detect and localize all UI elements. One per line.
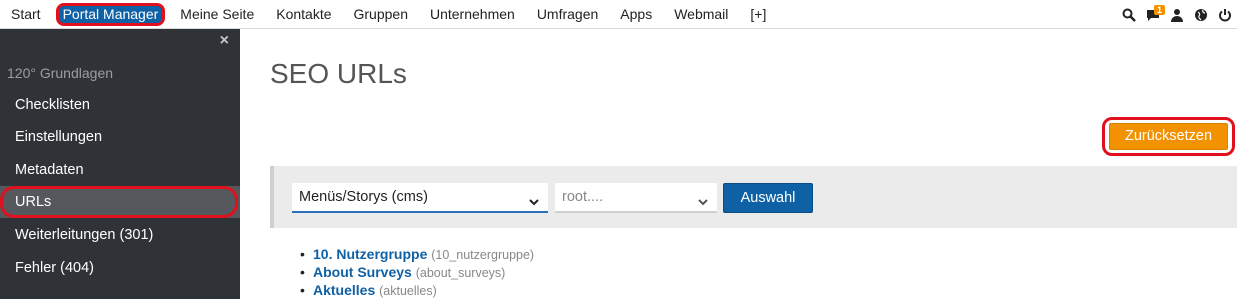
reset-button[interactable]: Zurücksetzen <box>1109 123 1228 150</box>
nav-meine-seite[interactable]: Meine Seite <box>169 0 265 29</box>
nav-webmail[interactable]: Webmail <box>663 0 739 29</box>
url-link[interactable]: Aktuelles <box>313 282 375 298</box>
nav-apps[interactable]: Apps <box>609 0 663 29</box>
url-slug: (about_surveys) <box>415 266 506 280</box>
power-icon[interactable] <box>1213 0 1237 29</box>
header-icons: 1 <box>1117 0 1237 29</box>
url-link[interactable]: 10. Nutzergruppe <box>313 246 427 262</box>
root-select[interactable]: root.... <box>555 183 717 213</box>
chevron-down-icon <box>697 190 709 218</box>
nav-portal-manager[interactable]: Portal Manager <box>52 0 170 29</box>
user-icon[interactable] <box>1165 0 1189 29</box>
sidebar-item-label: Weiterleitungen (301) <box>15 227 154 243</box>
top-navbar: Start Portal Manager Meine Seite Kontakt… <box>0 0 1237 29</box>
chevron-down-icon <box>528 190 540 218</box>
active-highlight <box>0 186 238 218</box>
nav-gruppen[interactable]: Gruppen <box>343 0 419 29</box>
sidebar-item-label: Checklisten <box>15 97 90 113</box>
auswahl-button[interactable]: Auswahl <box>723 183 813 213</box>
type-select-value: Menüs/Storys (cms) <box>299 189 428 205</box>
root-select-value: root.... <box>562 189 604 205</box>
sidebar-item-label: Metadaten <box>15 162 84 178</box>
nav-kontakte[interactable]: Kontakte <box>265 0 342 29</box>
url-list: 10. Nutzergruppe (10_nutzergruppe) About… <box>300 246 534 300</box>
url-slug: (10_nutzergruppe) <box>431 248 535 262</box>
sidebar-item-label: Einstellungen <box>15 129 103 145</box>
nav-umfragen[interactable]: Umfragen <box>526 0 609 29</box>
list-item: 10. Nutzergruppe (10_nutzergruppe) <box>300 246 534 264</box>
page-title: SEO URLs <box>270 58 407 89</box>
url-link[interactable]: About Surveys <box>313 264 412 280</box>
sidebar-item-urls[interactable]: URLs <box>0 186 240 218</box>
nav-start[interactable]: Start <box>0 0 52 29</box>
chat-icon[interactable]: 1 <box>1141 0 1166 29</box>
nav-unternehmen[interactable]: Unternehmen <box>419 0 526 29</box>
list-item: Aktuelles (aktuelles) <box>300 282 534 300</box>
sidebar-item-checklisten[interactable]: Checklisten <box>0 89 240 121</box>
sidebar-item-fehler[interactable]: Fehler (404) <box>0 252 240 284</box>
sidebar-item-einstellungen[interactable]: Einstellungen <box>0 121 240 153</box>
sidebar-item-weiterleitungen[interactable]: Weiterleitungen (301) <box>0 219 240 251</box>
nav-more[interactable]: [+] <box>739 0 777 29</box>
globe-icon[interactable] <box>1189 0 1213 29</box>
filter-bar: Menüs/Storys (cms) root.... Auswahl <box>270 166 1237 228</box>
search-icon[interactable] <box>1117 0 1141 29</box>
list-item: About Surveys (about_surveys) <box>300 264 534 282</box>
sidebar-item-label: Fehler (404) <box>15 260 94 276</box>
type-select[interactable]: Menüs/Storys (cms) <box>292 183 548 213</box>
sidebar-item-metadaten[interactable]: Metadaten <box>0 154 240 186</box>
main-nav: Start Portal Manager Meine Seite Kontakt… <box>0 0 777 29</box>
close-icon[interactable]: × <box>220 32 229 50</box>
reset-highlight: Zurücksetzen <box>1102 117 1235 156</box>
chat-badge: 1 <box>1154 5 1166 15</box>
sidebar: × 120° Grundlagen Checklisten Einstellun… <box>0 29 240 299</box>
sidebar-section-title: 120° Grundlagen <box>7 65 114 81</box>
url-slug: (aktuelles) <box>379 284 437 298</box>
